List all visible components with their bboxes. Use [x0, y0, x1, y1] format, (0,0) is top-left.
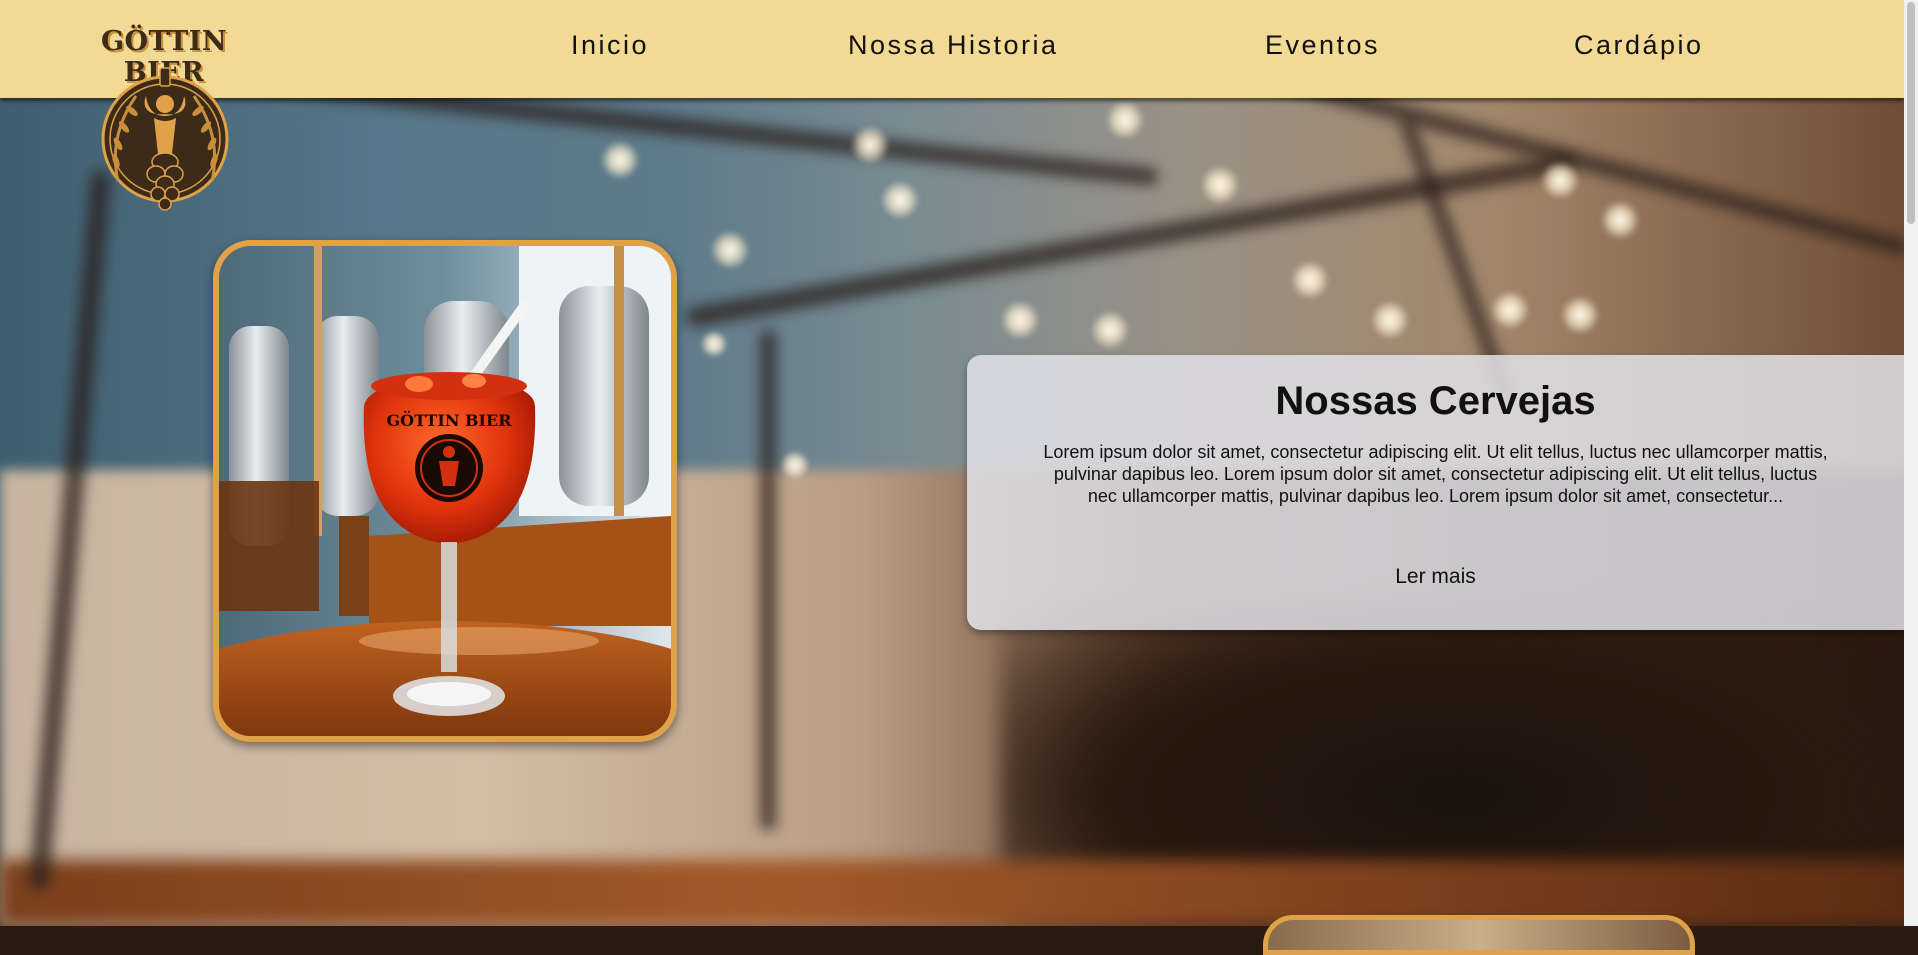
panel-title: Nossas Cervejas	[1275, 379, 1596, 423]
site-header: Inicio Nossa Historia Eventos Cardápio	[0, 0, 1904, 98]
main-nav: Inicio Nossa Historia Eventos Cardápio	[0, 30, 1904, 70]
page-scrollbar[interactable]	[1904, 0, 1918, 926]
beer-glass-illustration: GÖTTIN BIER	[219, 246, 671, 736]
nav-item-eventos[interactable]: Eventos	[1265, 30, 1380, 61]
nav-item-inicio[interactable]: Inicio	[571, 30, 649, 61]
scrollbar-thumb[interactable]	[1907, 2, 1915, 224]
nav-item-nossa-historia[interactable]: Nossa Historia	[848, 30, 1059, 61]
goddess-hop-emblem-icon	[101, 67, 229, 211]
glass-logo-text: GÖTTIN BIER	[386, 410, 512, 430]
nav-item-cardapio[interactable]: Cardápio	[1574, 30, 1704, 61]
brand-logo[interactable]: GÖTTIN BIER	[92, 26, 242, 221]
read-more-link[interactable]: Ler mais	[967, 565, 1904, 589]
next-photo	[1268, 920, 1690, 950]
next-photo-card	[1263, 915, 1695, 955]
beer-glass-photo: GÖTTIN BIER	[219, 246, 671, 736]
beers-panel: Nossas Cervejas Lorem ipsum dolor sit am…	[967, 355, 1904, 630]
beer-photo-card: GÖTTIN BIER	[213, 240, 677, 742]
panel-body: Lorem ipsum dolor sit amet, consectetur …	[1043, 442, 1828, 506]
